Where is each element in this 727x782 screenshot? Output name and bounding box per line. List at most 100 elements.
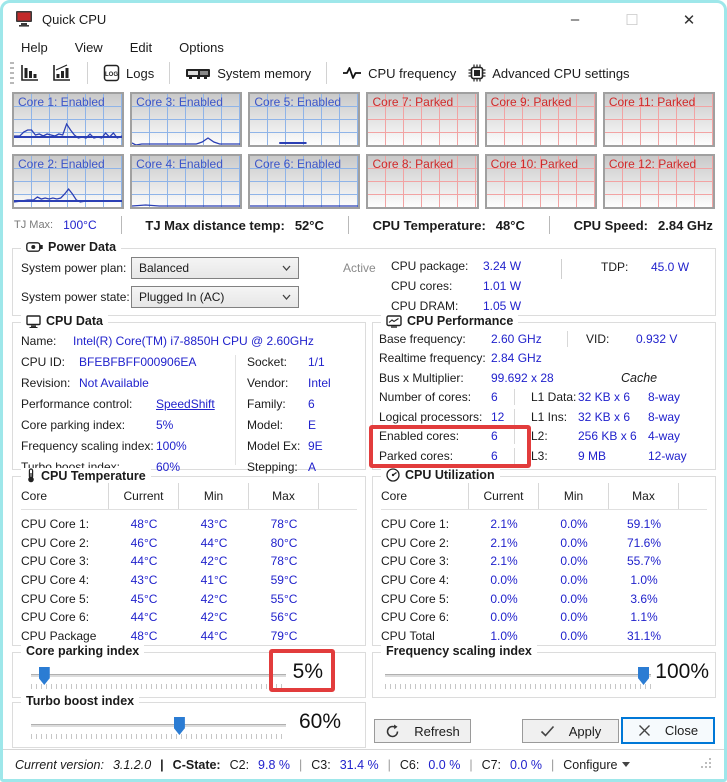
chart-ascending-button[interactable] <box>46 61 78 85</box>
tj-distance-label: TJ Max distance temp: <box>145 218 284 233</box>
l1-ins-ways: 8-way <box>648 410 680 424</box>
chart-descending-button[interactable] <box>14 61 46 85</box>
frequency-scaling-slider-track[interactable] <box>385 674 651 677</box>
cpu-cores-power-label: CPU cores: <box>391 279 483 293</box>
power-state-value: Plugged In (AC) <box>139 290 224 304</box>
gauge-icon <box>386 468 400 482</box>
frequency-scaling-slider-thumb[interactable] <box>638 667 649 685</box>
util-header-max: Max <box>609 483 679 509</box>
core-graph-label: Core 6: Enabled <box>254 157 341 171</box>
performance-chart-icon <box>386 315 402 328</box>
l1-ins-label: L1 Ins: <box>531 410 578 424</box>
cpu-temperature-value: 48°C <box>496 218 525 233</box>
cstate-c7-value: 0.0 % <box>510 758 542 772</box>
cpu-speed-value: 2.84 GHz <box>658 218 713 233</box>
power-state-select[interactable]: Plugged In (AC) <box>131 286 299 308</box>
l2-ways: 4-way <box>648 429 680 443</box>
realtime-frequency-label: Realtime frequency: <box>379 351 491 365</box>
temp-header-core: Core <box>21 483 109 509</box>
core-graphs-grid: Core 1: Enabled Core 3: Enabled Core 5: … <box>12 92 715 209</box>
menu-edit[interactable]: Edit <box>130 40 152 55</box>
close-icon <box>638 724 651 737</box>
logs-button[interactable]: LOG Logs <box>97 61 160 85</box>
util-header-min: Min <box>539 483 609 509</box>
power-plan-active-status: Active <box>343 261 376 275</box>
table-row: CPU Core 4:43°C41°C59°C <box>21 571 357 590</box>
refresh-button[interactable]: Refresh <box>374 719 471 743</box>
toolbar-separator <box>169 62 170 84</box>
close-button[interactable]: Close <box>621 717 715 744</box>
core-graph-3: Core 3: Enabled <box>130 92 242 147</box>
model-value: E <box>308 418 316 432</box>
power-plan-label: System power plan: <box>21 261 126 275</box>
vendor-label: Vendor: <box>247 376 308 390</box>
speedshift-link[interactable]: SpeedShift <box>156 397 215 411</box>
cpu-frequency-button[interactable]: CPU frequency <box>336 63 462 84</box>
check-icon <box>540 725 555 737</box>
vid-value: 0.932 V <box>636 332 677 346</box>
chevron-down-icon <box>282 294 291 300</box>
menu-view[interactable]: View <box>75 40 103 55</box>
power-plan-value: Balanced <box>139 261 189 275</box>
util-header-core: Core <box>381 483 469 509</box>
cpu-id-label: CPU ID: <box>21 355 79 369</box>
model-ex-value: 9E <box>308 439 323 453</box>
toolbar-separator <box>326 62 327 84</box>
resize-grip[interactable] <box>700 757 712 772</box>
menu-help[interactable]: Help <box>21 40 48 55</box>
menu-options[interactable]: Options <box>179 40 224 55</box>
refresh-label: Refresh <box>414 724 460 739</box>
temp-header-max: Max <box>249 483 319 509</box>
minimize-button[interactable]: – <box>560 8 590 32</box>
turbo-boost-slider-track[interactable] <box>31 724 286 727</box>
l1-data-value: 32 KB x 6 <box>578 390 648 404</box>
model-label: Model: <box>247 418 308 432</box>
chip-icon <box>468 64 486 82</box>
parked-cores-value: 6 <box>491 449 514 463</box>
cpu-dram-value: 1.05 W <box>483 299 521 313</box>
table-row: CPU Core 3:44°C42°C78°C <box>21 552 357 571</box>
table-row: CPU Core 2:2.1%0.0%71.6% <box>381 534 707 553</box>
configure-dropdown[interactable]: Configure <box>563 758 630 772</box>
turbo-boost-slider-value: 60% <box>299 710 341 734</box>
frequency-scaling-index-value: 100% <box>156 439 187 453</box>
enabled-cores-value: 6 <box>491 429 514 443</box>
quick-cpu-window: Quick CPU – ☐ ✕ Help View Edit Options L <box>0 0 727 782</box>
cpu-cores-power-value: 1.01 W <box>483 279 521 293</box>
apply-button[interactable]: Apply <box>522 719 619 743</box>
bar-chart-ascending-icon <box>52 64 72 82</box>
cstate-c2-label: C2: <box>230 758 249 772</box>
turbo-boost-slider-group: Turbo boost index 60% <box>12 702 366 748</box>
advanced-cpu-settings-button[interactable]: Advanced CPU settings <box>462 61 635 85</box>
table-row: CPU Core 5:45°C42°C55°C <box>21 589 357 608</box>
cpu-id-value: BFEBFBFF000906EA <box>79 355 196 369</box>
l3-label: L3: <box>531 449 578 463</box>
core-graph-1: Core 1: Enabled <box>12 92 124 147</box>
core-graph-label: Core 7: Parked <box>372 95 453 109</box>
table-row: CPU Core 6:0.0%0.0%1.1% <box>381 608 707 627</box>
cstate-c6-value: 0.0 % <box>428 758 460 772</box>
close-label: Close <box>665 723 698 738</box>
turbo-boost-slider-thumb[interactable] <box>174 717 185 735</box>
core-parking-slider-thumb[interactable] <box>39 667 50 685</box>
power-readings: CPU package:3.24 W CPU cores:1.01 W CPU … <box>391 256 521 316</box>
close-window-button[interactable]: ✕ <box>674 8 704 32</box>
core-graph-label: Core 11: Parked <box>609 95 696 109</box>
power-plan-select[interactable]: Balanced <box>131 257 299 279</box>
cpu-package-label: CPU package: <box>391 259 483 273</box>
cpu-speed-label: CPU Speed: <box>574 218 648 233</box>
separator <box>121 216 122 234</box>
cpu-temperature-label: CPU Temperature: <box>373 218 486 233</box>
tdp-label: TDP: <box>601 260 628 274</box>
thermometer-icon <box>26 468 36 483</box>
turbo-boost-slider-title: Turbo boost index <box>21 694 139 708</box>
revision-label: Revision: <box>21 376 79 390</box>
app-icon <box>15 10 33 30</box>
core-parking-slider-track[interactable] <box>31 674 286 677</box>
system-memory-button[interactable]: System memory <box>179 63 317 84</box>
titlebar: Quick CPU – ☐ ✕ <box>3 3 724 36</box>
cpu-performance-group: CPU Performance Base frequency: 2.60 GHz… <box>372 322 716 470</box>
svg-text:LOG: LOG <box>105 72 118 78</box>
family-label: Family: <box>247 397 308 411</box>
table-row: CPU Package48°C44°C79°C <box>21 627 357 646</box>
